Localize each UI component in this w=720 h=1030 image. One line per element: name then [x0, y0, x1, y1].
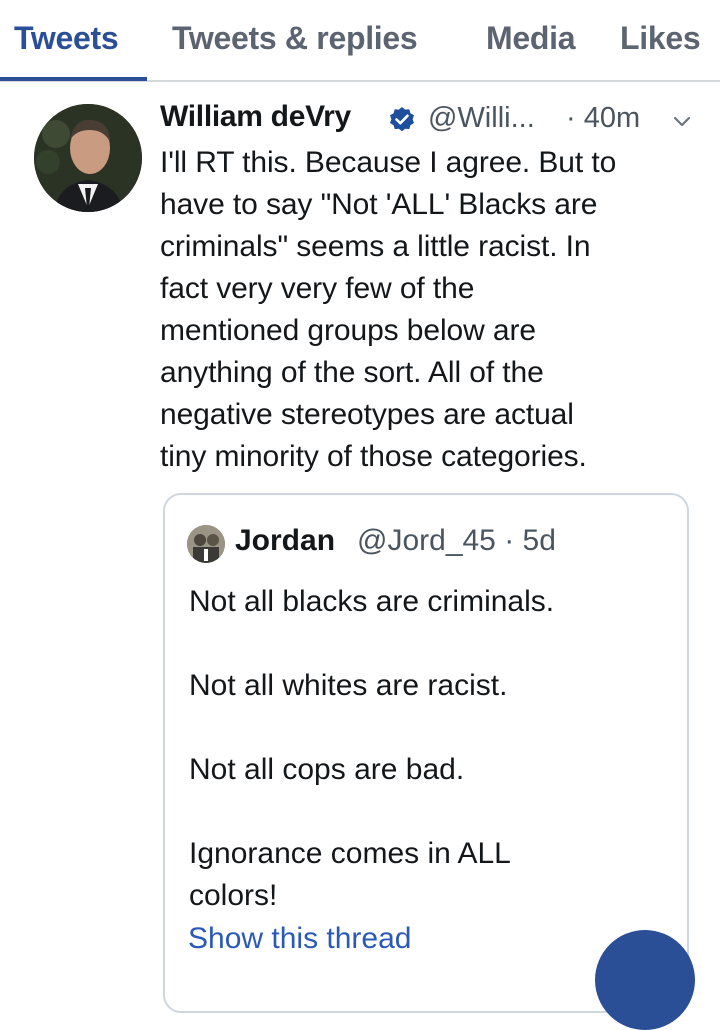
- active-tab-indicator: [0, 77, 147, 81]
- author-handle[interactable]: @Willi...: [428, 102, 535, 135]
- compose-tweet-button[interactable]: [595, 930, 695, 1030]
- tweet-timestamp[interactable]: · 40m: [566, 102, 640, 135]
- show-thread-link[interactable]: Show this thread: [188, 922, 411, 956]
- tab-tweets-and-replies[interactable]: Tweets & replies: [172, 20, 418, 57]
- chevron-down-icon[interactable]: [670, 110, 694, 134]
- quoted-tweet-text: Not all blacks are criminals. Not all wh…: [189, 585, 555, 912]
- quoted-handle-time: @Jord_45 · 5d: [357, 524, 556, 557]
- verified-badge-icon: [390, 107, 414, 132]
- tab-tweets[interactable]: Tweets: [14, 20, 119, 57]
- quoted-author-avatar: [187, 525, 225, 563]
- tweet-header: William deVry @Willi... · 40m: [160, 100, 700, 140]
- profile-tab-bar: Tweets Tweets & replies Media Likes: [0, 0, 720, 82]
- tab-likes[interactable]: Likes: [620, 20, 701, 57]
- tweet-text: I'll RT this. Because I agree. But to ha…: [160, 146, 617, 473]
- author-avatar[interactable]: [34, 104, 142, 212]
- author-name[interactable]: William deVry: [160, 100, 351, 134]
- quoted-author-name: Jordan: [235, 524, 336, 557]
- tab-media[interactable]: Media: [486, 20, 576, 57]
